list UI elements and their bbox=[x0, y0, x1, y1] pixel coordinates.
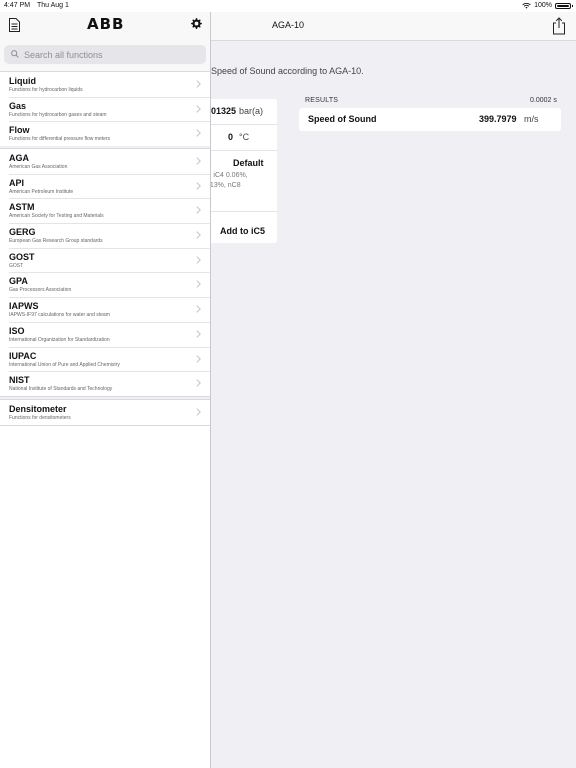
sidebar-item-subtitle: American Society for Testing and Materia… bbox=[9, 213, 104, 220]
sidebar-item-flow[interactable]: Flow Functions for differential pressure … bbox=[0, 121, 210, 146]
chevron-right-icon bbox=[196, 305, 201, 313]
sidebar: ABB LiquidFunctions for hydrocarbon liqu… bbox=[0, 12, 211, 768]
pressure-value[interactable]: 01325 bbox=[211, 106, 236, 116]
results-header: RESULTS bbox=[305, 97, 339, 104]
sidebar-item-title: IAPWS bbox=[9, 301, 39, 312]
sidebar-item-title: GERG bbox=[9, 227, 36, 238]
sidebar-item-nist[interactable]: NIST National Institute of Standards and … bbox=[0, 371, 210, 396]
status-right: 100% bbox=[522, 0, 573, 12]
results-elapsed-time: 0.0002 s bbox=[530, 97, 557, 104]
temperature-value[interactable]: 0 bbox=[228, 132, 233, 142]
battery-percent: 100% bbox=[534, 2, 552, 9]
sidebar-item-title: AGA bbox=[9, 153, 29, 163]
sidebar-item-gerg[interactable]: GERG European Gas Research Group standard… bbox=[0, 223, 210, 248]
sidebar-item-subtitle: European Gas Research Group standards bbox=[9, 238, 103, 245]
function-description: Speed of Sound according to AGA-10. bbox=[211, 66, 364, 76]
chevron-right-icon bbox=[196, 157, 201, 165]
status-date: Thu Aug 1 bbox=[37, 2, 69, 9]
chevron-right-icon bbox=[196, 80, 201, 88]
composition-mode[interactable]: Default bbox=[233, 158, 264, 168]
sidebar-item-subtitle: Functions for differential pressure flow… bbox=[9, 136, 111, 143]
document-icon[interactable] bbox=[9, 18, 20, 32]
sidebar-item-liquid[interactable]: Liquid Functions for hydrocarbon liquids bbox=[0, 72, 210, 97]
sidebar-item-gas[interactable]: Gas Functions for hydrocarbon gases and s… bbox=[0, 96, 210, 122]
gear-icon[interactable] bbox=[189, 17, 203, 31]
chevron-right-icon bbox=[196, 280, 201, 289]
chevron-right-icon bbox=[196, 231, 201, 239]
category-group-standards: AGA American Gas Association API American P… bbox=[0, 148, 210, 397]
sidebar-item-iapws[interactable]: IAPWS IAPWS-IF97 calculations for water a… bbox=[0, 297, 210, 322]
sidebar-item-aga[interactable]: AGA American Gas Association bbox=[0, 149, 210, 174]
sidebar-item-subtitle: Functions for hydrocarbon gases and stea… bbox=[9, 111, 107, 118]
sidebar-item-subtitle: International Union of Pure and Applied … bbox=[9, 361, 120, 368]
sidebar-item-title: API bbox=[9, 177, 25, 188]
add-component-button[interactable]: Add to iC5 bbox=[220, 226, 265, 236]
chevron-right-icon bbox=[196, 255, 201, 264]
composition-line-1: s, iC4 0.06%, bbox=[206, 172, 248, 179]
page-title: AGA-10 bbox=[272, 20, 305, 30]
composition-line-2: 013%, nC8 bbox=[206, 182, 241, 189]
sidebar-item-subtitle: Functions for hydrocarbon liquids bbox=[9, 87, 83, 93]
chevron-right-icon bbox=[196, 181, 201, 190]
result-name: Speed of Sound bbox=[308, 114, 377, 124]
sidebar-item-iupac[interactable]: IUPAC International Union of Pure and App… bbox=[0, 346, 210, 372]
sidebar-item-title: Gas bbox=[9, 100, 27, 111]
pressure-unit[interactable]: bar(a) bbox=[239, 106, 263, 116]
sidebar-item-title: Liquid bbox=[9, 76, 36, 86]
abb-logo: ABB bbox=[87, 15, 125, 33]
status-time: 4:47 PM bbox=[4, 2, 31, 9]
sidebar-item-subtitle: Functions for densitometers bbox=[9, 415, 71, 421]
sidebar-item-title: ISO bbox=[9, 325, 25, 336]
chevron-right-icon bbox=[196, 330, 201, 338]
sidebar-item-iso[interactable]: ISO International Organization for Standa… bbox=[0, 321, 210, 347]
sidebar-item-subtitle: American Petroleum Institute bbox=[9, 188, 74, 195]
sidebar-item-subtitle: American Gas Association bbox=[9, 164, 68, 170]
sidebar-item-gost[interactable]: GOST GOST bbox=[0, 247, 210, 273]
chevron-right-icon bbox=[196, 206, 201, 215]
category-group-instruments: Densitometer Functions for densitometers bbox=[0, 399, 210, 426]
result-value: 399.7979 bbox=[479, 114, 517, 124]
sidebar-item-title: Densitometer bbox=[9, 404, 67, 414]
chevron-right-icon bbox=[196, 354, 201, 363]
result-row: Speed of Sound 399.7979 m/s bbox=[299, 108, 561, 131]
temperature-unit[interactable]: °C bbox=[239, 132, 249, 142]
sidebar-item-subtitle: GOST bbox=[9, 262, 24, 269]
search-field[interactable] bbox=[4, 45, 206, 64]
chevron-right-icon bbox=[196, 408, 201, 416]
status-bar: 4:47 PM Thu Aug 1 100% bbox=[0, 0, 576, 12]
sidebar-item-densitometer[interactable]: Densitometer Functions for densitometers bbox=[0, 400, 210, 425]
category-group-main: Liquid Functions for hydrocarbon liquids G… bbox=[0, 71, 210, 148]
sidebar-item-astm[interactable]: ASTM American Society for Testing and Mat… bbox=[0, 198, 210, 223]
sidebar-item-subtitle: International Organization for Standardi… bbox=[9, 336, 110, 343]
sidebar-item-subtitle: Gas Processors Association bbox=[9, 287, 72, 294]
search-icon bbox=[11, 50, 19, 58]
battery-icon bbox=[555, 3, 573, 9]
sidebar-nav-bar: ABB bbox=[0, 12, 210, 41]
result-unit[interactable]: m/s bbox=[524, 114, 539, 124]
sidebar-item-gpa[interactable]: GPA Gas Processors Association bbox=[0, 272, 210, 297]
chevron-right-icon bbox=[196, 129, 201, 138]
sidebar-item-title: GPA bbox=[9, 276, 28, 287]
share-icon[interactable] bbox=[551, 17, 567, 35]
sidebar-item-title: ASTM bbox=[9, 202, 35, 213]
search-bar-area bbox=[0, 41, 210, 71]
sidebar-item-subtitle: IAPWS-IF97 calculations for water and st… bbox=[9, 312, 110, 319]
sidebar-item-title: Flow bbox=[9, 125, 30, 136]
sidebar-item-title: GOST bbox=[9, 251, 35, 262]
chevron-right-icon bbox=[196, 104, 201, 113]
sidebar-item-api[interactable]: API American Petroleum Institute bbox=[0, 173, 210, 199]
sidebar-item-title: NIST bbox=[9, 375, 30, 386]
sidebar-item-title: IUPAC bbox=[9, 350, 37, 361]
search-input[interactable] bbox=[24, 47, 204, 62]
chevron-right-icon bbox=[196, 379, 201, 387]
wifi-icon bbox=[522, 3, 531, 9]
sidebar-item-subtitle: National Institute of Standards and Tech… bbox=[9, 386, 113, 393]
